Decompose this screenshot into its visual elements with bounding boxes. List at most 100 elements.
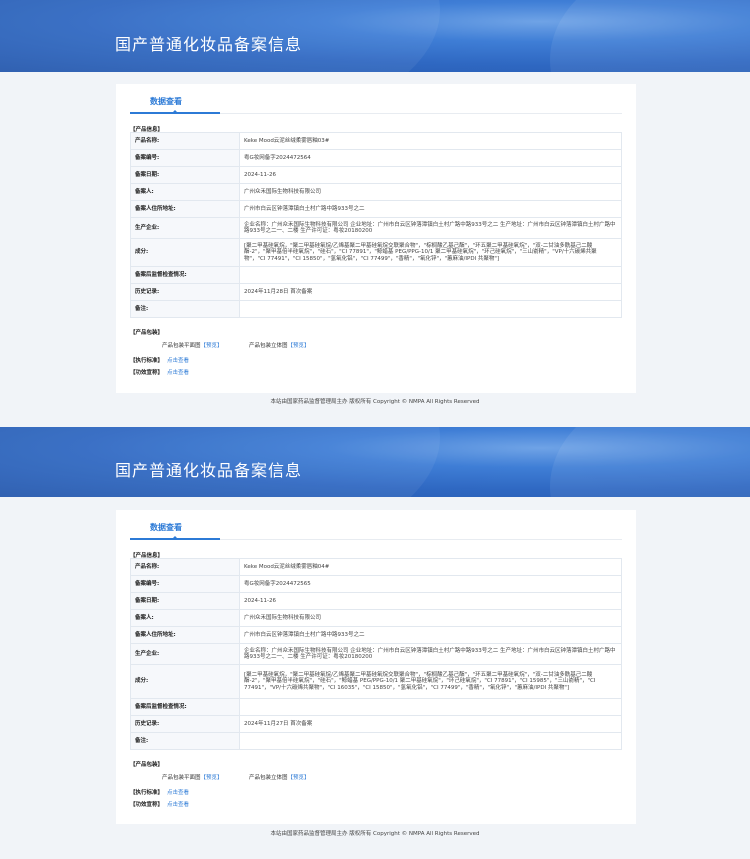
table-row: 历史记录: 2024年11月28日 首次备案 <box>130 283 622 301</box>
table-row: 生产企业: 企业名称：广州众禾国际生物科技有限公司 企业地址：广州市白云区钟落潭… <box>130 217 622 239</box>
notes-value <box>239 300 622 318</box>
record-date-value: 2024-11-26 <box>239 592 622 610</box>
table-row: 备案日期: 2024-11-26 <box>130 166 622 184</box>
record-card: 数据查看 【产品信息】 产品名称: Keke Mood云泥丝绒柔雾唇釉03# 备… <box>116 84 636 393</box>
product-info-table: 产品名称: Keke Mood云泥丝绒柔雾唇釉03# 备案编号: 粤G妆网备字2… <box>130 132 622 318</box>
efficacy-view-link[interactable]: 点击查看 <box>167 370 189 376</box>
package-3d-label: 产品包装立体图 <box>249 775 288 781</box>
history-label: 历史记录: <box>130 715 240 733</box>
page-title: 国产普通化妆品备案信息 <box>115 35 303 54</box>
table-row: 备案人: 广州众禾国际生物科技有限公司 <box>130 609 622 627</box>
record-no-label: 备案编号: <box>130 149 240 167</box>
package-3d-item: 产品包装立体图【预览】 <box>249 773 310 781</box>
product-info-table: 产品名称: Keke Mood云泥丝绒柔雾唇釉04# 备案编号: 粤G妆网备字2… <box>130 558 622 750</box>
manufacturer-value: 企业名称：广州众禾国际生物科技有限公司 企业地址：广州市白云区钟落潭镇白土村广路… <box>239 643 622 665</box>
tab-data-view[interactable]: 数据查看 <box>130 510 220 540</box>
notes-label: 备注: <box>130 732 240 750</box>
table-row: 备案后监督检查情况: <box>130 266 622 284</box>
registrant-value: 广州众禾国际生物科技有限公司 <box>239 183 622 201</box>
manufacturer-label: 生产企业: <box>130 217 240 239</box>
tab-label: 数据查看 <box>150 523 182 532</box>
notes-value <box>239 732 622 750</box>
tab-caret-icon <box>171 536 179 540</box>
registrant-address-label: 备案人住所地址: <box>130 200 240 218</box>
standard-row: 【执行标准】 点击查看 <box>130 788 189 796</box>
registrant-value: 广州众禾国际生物科技有限公司 <box>239 609 622 627</box>
efficacy-view-link[interactable]: 点击查看 <box>167 802 189 808</box>
ingredients-value: [聚二甲基硅氧烷，"聚二甲基硅氧烷/乙烯基聚二甲基硅氧烷交联聚合物"，"棕榈酸乙… <box>239 238 622 267</box>
package-3d-preview-link[interactable]: 【预览】 <box>288 343 310 349</box>
tab-data-view[interactable]: 数据查看 <box>130 84 220 114</box>
notes-label: 备注: <box>130 300 240 318</box>
history-value: 2024年11月28日 首次备案 <box>239 283 622 301</box>
table-row: 产品名称: Keke Mood云泥丝绒柔雾唇釉03# <box>130 132 622 150</box>
registrant-label: 备案人: <box>130 183 240 201</box>
standard-view-link[interactable]: 点击查看 <box>167 358 189 364</box>
package-flat-preview-link[interactable]: 【预览】 <box>201 343 223 349</box>
table-row: 备注: <box>130 300 622 318</box>
product-name-label: 产品名称: <box>130 132 240 150</box>
efficacy-label: 【功效宣称】 <box>130 802 164 808</box>
post-supervision-value <box>239 698 622 716</box>
package-flat-item: 产品包装平面图【预览】 <box>162 341 223 349</box>
registrant-address-value: 广州市白云区钟落潭镇白土村广路中路933号之二 <box>239 626 622 644</box>
tab-divider <box>220 539 622 540</box>
tab-divider <box>220 113 622 114</box>
efficacy-row: 【功效宣称】 点击查看 <box>130 800 189 808</box>
table-row: 产品名称: Keke Mood云泥丝绒柔雾唇釉04# <box>130 558 622 576</box>
footer-copyright: 本站由国家药品监督管理局主办 版权所有 Copyright © NMPA All… <box>270 399 480 405</box>
table-row: 备案编号: 粤G妆网备字2024472565 <box>130 575 622 593</box>
history-value: 2024年11月27日 首次备案 <box>239 715 622 733</box>
post-supervision-label: 备案后监督检查情况: <box>130 698 240 716</box>
table-row: 历史记录: 2024年11月27日 首次备案 <box>130 715 622 733</box>
registrant-address-label: 备案人住所地址: <box>130 626 240 644</box>
tab-caret-icon <box>171 110 179 114</box>
standard-view-link[interactable]: 点击查看 <box>167 790 189 796</box>
manufacturer-value: 企业名称：广州众禾国际生物科技有限公司 企业地址：广州市白云区钟落潭镇白土村广路… <box>239 217 622 239</box>
product-name-value: Keke Mood云泥丝绒柔雾唇釉04# <box>239 558 622 576</box>
table-row: 成分: [聚二甲基硅氧烷，"聚二甲基硅氧烷/乙烯基聚二甲基硅氧烷交联聚合物"，"… <box>130 238 622 267</box>
manufacturer-label: 生产企业: <box>130 643 240 665</box>
table-row: 备案编号: 粤G妆网备字2024472564 <box>130 149 622 167</box>
post-supervision-value <box>239 266 622 284</box>
table-row: 生产企业: 企业名称：广州众禾国际生物科技有限公司 企业地址：广州市白云区钟落潭… <box>130 643 622 665</box>
standard-label: 【执行标准】 <box>130 358 164 364</box>
package-3d-label: 产品包装立体图 <box>249 343 288 349</box>
package-3d-item: 产品包装立体图【预览】 <box>249 341 310 349</box>
ingredients-label: 成分: <box>130 238 240 267</box>
history-label: 历史记录: <box>130 283 240 301</box>
registrant-label: 备案人: <box>130 609 240 627</box>
package-flat-preview-link[interactable]: 【预览】 <box>201 775 223 781</box>
table-row: 备注: <box>130 732 622 750</box>
product-name-label: 产品名称: <box>130 558 240 576</box>
registrant-address-value: 广州市白云区钟落潭镇白土村广路中路933号之二 <box>239 200 622 218</box>
package-flat-label: 产品包装平面图 <box>162 775 201 781</box>
package-3d-preview-link[interactable]: 【预览】 <box>288 775 310 781</box>
efficacy-label: 【功效宣称】 <box>130 370 164 376</box>
standard-row: 【执行标准】 点击查看 <box>130 356 189 364</box>
record-no-label: 备案编号: <box>130 575 240 593</box>
section-product-package: 【产品包装】 <box>130 330 164 336</box>
product-name-value: Keke Mood云泥丝绒柔雾唇釉03# <box>239 132 622 150</box>
section-product-package: 【产品包装】 <box>130 762 164 768</box>
record-date-label: 备案日期: <box>130 592 240 610</box>
table-row: 备案后监督检查情况: <box>130 698 622 716</box>
record-no-value: 粤G妆网备字2024472564 <box>239 149 622 167</box>
table-row: 备案人: 广州众禾国际生物科技有限公司 <box>130 183 622 201</box>
efficacy-row: 【功效宣称】 点击查看 <box>130 368 189 376</box>
table-row: 备案人住所地址: 广州市白云区钟落潭镇白土村广路中路933号之二 <box>130 626 622 644</box>
table-row: 备案日期: 2024-11-26 <box>130 592 622 610</box>
record-no-value: 粤G妆网备字2024472565 <box>239 575 622 593</box>
table-row: 成分: [聚二甲基硅氧烷，"聚二甲基硅氧烷/乙烯基聚二甲基硅氧烷交联聚合物"，"… <box>130 664 622 699</box>
table-row: 备案人住所地址: 广州市白云区钟落潭镇白土村广路中路933号之二 <box>130 200 622 218</box>
page-title: 国产普通化妆品备案信息 <box>115 461 303 480</box>
footer-copyright: 本站由国家药品监督管理局主办 版权所有 Copyright © NMPA All… <box>270 831 480 837</box>
package-flat-label: 产品包装平面图 <box>162 343 201 349</box>
record-date-label: 备案日期: <box>130 166 240 184</box>
record-card: 数据查看 【产品信息】 产品名称: Keke Mood云泥丝绒柔雾唇釉04# 备… <box>116 510 636 824</box>
standard-label: 【执行标准】 <box>130 790 164 796</box>
ingredients-label: 成分: <box>130 664 240 699</box>
header-banner: 国产普通化妆品备案信息 <box>0 427 750 497</box>
post-supervision-label: 备案后监督检查情况: <box>130 266 240 284</box>
ingredients-value: [聚二甲基硅氧烷，"聚二甲基硅氧烷/乙烯基聚二甲基硅氧烷交联聚合物"，"棕榈酸乙… <box>239 664 622 699</box>
